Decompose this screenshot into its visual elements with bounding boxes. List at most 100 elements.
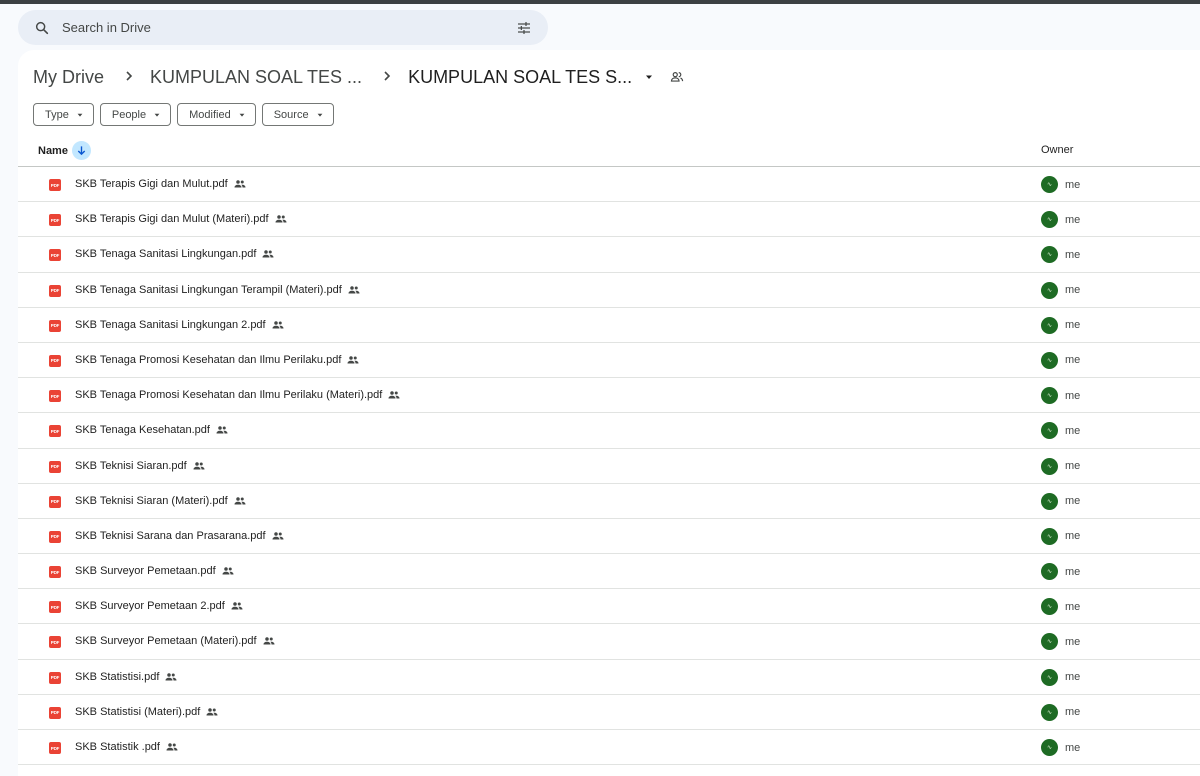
shared-folder-icon[interactable]: [670, 70, 684, 84]
table-row[interactable]: PDF SKB Statistik .pdf ∿ me: [18, 730, 1200, 766]
breadcrumb-current-folder[interactable]: KUMPULAN SOAL TES S...: [408, 67, 632, 88]
file-name: SKB Teknisi Siaran (Materi).pdf: [75, 494, 228, 507]
table-row[interactable]: PDF SKB Tenaga Sanitasi Lingkungan.pdf ∿ me: [18, 237, 1200, 273]
breadcrumb-my-drive[interactable]: My Drive: [33, 67, 104, 88]
file-name: SKB Tenaga Promosi Kesehatan dan Ilmu Pe…: [75, 389, 383, 402]
owner-cell: ∿ me: [1041, 316, 1080, 334]
tune-icon[interactable]: [504, 20, 544, 36]
filter-chip-source[interactable]: Source: [261, 103, 334, 126]
table-row[interactable]: PDF SKB Tenaga Promosi Kesehatan dan Ilmu…: [18, 343, 1200, 379]
table-row[interactable]: PDF SKB Tenaga Sanitasi Lingkungan 2.pdf ∿…: [18, 308, 1200, 343]
pdf-icon: PDF: [49, 425, 61, 438]
owner-avatar[interactable]: ∿: [1041, 668, 1058, 686]
table-row[interactable]: PDF SKB Tenaga Kesehatan.pdf ∿ me: [18, 413, 1200, 449]
owner-avatar[interactable]: ∿: [1041, 457, 1058, 475]
table-row[interactable]: PDF SKB Teknisi Sarana dan Prasarana.pdf ∿…: [18, 519, 1200, 555]
owner-cell: ∿ me: [1041, 176, 1080, 193]
owner-name: me: [1065, 178, 1081, 191]
pdf-icon: PDF: [49, 319, 61, 332]
filter-chip-modified[interactable]: Modified: [177, 103, 256, 126]
main-panel: My Drive KUMPULAN SOAL TES ... KUMPULAN …: [18, 50, 1200, 776]
pdf-icon: PDF: [49, 706, 61, 719]
table-row[interactable]: PDF SKB Terapis Gigi dan Mulut (Materi).p…: [18, 202, 1200, 238]
filter-chip-people[interactable]: People: [99, 103, 172, 126]
file-name-cell[interactable]: SKB Terapis Gigi dan Mulut (Materi).pdf: [75, 213, 287, 225]
shared-people-icon: [348, 285, 360, 295]
file-list: PDF SKB Terapis Gigi dan Mulut.pdf ∿ me PDF S…: [18, 167, 1200, 766]
search-icon[interactable]: [22, 20, 62, 36]
table-row[interactable]: PDF SKB Statistisi (Materi).pdf ∿ me: [18, 695, 1200, 730]
sort-arrow-down-icon[interactable]: [71, 141, 91, 160]
breadcrumb: My Drive KUMPULAN SOAL TES ... KUMPULAN …: [33, 64, 684, 90]
owner-avatar[interactable]: ∿: [1041, 211, 1058, 229]
owner-name: me: [1065, 248, 1081, 261]
table-row[interactable]: PDF SKB Tenaga Sanitasi Lingkungan Teramp…: [18, 273, 1200, 308]
file-name-cell[interactable]: SKB Statistisi (Materi).pdf: [75, 706, 218, 718]
file-name-cell[interactable]: SKB Tenaga Sanitasi Lingkungan Terampil …: [75, 284, 360, 296]
owner-column-header[interactable]: Owner: [1041, 144, 1073, 156]
chevron-right-icon: [382, 69, 392, 86]
file-name-cell[interactable]: SKB Tenaga Promosi Kesehatan dan Ilmu Pe…: [75, 389, 400, 401]
owner-avatar[interactable]: ∿: [1041, 281, 1058, 299]
owner-avatar[interactable]: ∿: [1041, 316, 1058, 334]
table-row[interactable]: PDF SKB Terapis Gigi dan Mulut.pdf ∿ me: [18, 167, 1200, 203]
owner-avatar[interactable]: ∿: [1041, 492, 1058, 510]
file-name-cell[interactable]: SKB Surveyor Pemetaan (Materi).pdf: [75, 635, 275, 647]
owner-avatar[interactable]: ∿: [1041, 633, 1058, 651]
shared-people-icon: [216, 425, 228, 435]
file-name-cell[interactable]: SKB Tenaga Kesehatan.pdf: [75, 424, 228, 436]
file-name-cell[interactable]: SKB Tenaga Sanitasi Lingkungan.pdf: [75, 248, 274, 260]
owner-name: me: [1065, 635, 1081, 648]
owner-avatar[interactable]: ∿: [1041, 422, 1058, 440]
file-name: SKB Tenaga Kesehatan.pdf: [75, 424, 210, 437]
file-name-cell[interactable]: SKB Teknisi Siaran (Materi).pdf: [75, 495, 246, 507]
file-name-cell[interactable]: SKB Surveyor Pemetaan 2.pdf: [75, 600, 243, 612]
caret-down-icon[interactable]: [644, 72, 654, 82]
file-name-cell[interactable]: SKB Statistik .pdf: [75, 741, 178, 753]
search-input[interactable]: Search in Drive: [62, 20, 504, 35]
owner-avatar[interactable]: ∿: [1041, 703, 1058, 721]
owner-avatar[interactable]: ∿: [1041, 246, 1058, 264]
file-name-cell[interactable]: SKB Tenaga Sanitasi Lingkungan 2.pdf: [75, 319, 284, 331]
owner-cell: ∿ me: [1041, 703, 1080, 721]
shared-people-icon: [193, 461, 205, 471]
pdf-icon: PDF: [49, 284, 61, 297]
pdf-icon: PDF: [49, 530, 61, 543]
file-name-cell[interactable]: SKB Teknisi Sarana dan Prasarana.pdf: [75, 530, 284, 542]
table-row[interactable]: PDF SKB Statistisi.pdf ∿ me: [18, 660, 1200, 695]
shared-people-icon: [347, 355, 359, 365]
table-row[interactable]: PDF SKB Surveyor Pemetaan (Materi).pdf ∿ me: [18, 624, 1200, 660]
owner-cell: ∿ me: [1041, 246, 1081, 264]
file-name-cell[interactable]: SKB Terapis Gigi dan Mulut.pdf: [75, 178, 246, 190]
breadcrumb-parent-folder[interactable]: KUMPULAN SOAL TES ...: [150, 67, 362, 88]
search-bar[interactable]: Search in Drive: [18, 10, 548, 45]
owner-name: me: [1065, 213, 1081, 226]
owner-avatar[interactable]: ∿: [1041, 739, 1058, 756]
file-name-cell[interactable]: SKB Teknisi Siaran.pdf: [75, 460, 205, 472]
owner-cell: ∿ me: [1041, 457, 1080, 475]
owner-avatar[interactable]: ∿: [1041, 598, 1058, 616]
owner-avatar[interactable]: ∿: [1041, 563, 1058, 581]
file-name: SKB Terapis Gigi dan Mulut.pdf: [75, 178, 228, 190]
file-name: SKB Tenaga Promosi Kesehatan dan Ilmu Pe…: [75, 353, 342, 366]
filter-chip-type[interactable]: Type: [33, 103, 94, 126]
owner-avatar[interactable]: ∿: [1041, 351, 1058, 369]
owner-name: me: [1065, 354, 1081, 367]
name-column-header[interactable]: Name: [38, 141, 91, 160]
table-row[interactable]: PDF SKB Surveyor Pemetaan.pdf ∿ me: [18, 554, 1200, 590]
file-name-cell[interactable]: SKB Statistisi.pdf: [75, 671, 177, 683]
table-row[interactable]: PDF SKB Tenaga Promosi Kesehatan dan Ilmu…: [18, 378, 1200, 414]
pdf-icon: PDF: [49, 214, 61, 227]
file-name-cell[interactable]: SKB Tenaga Promosi Kesehatan dan Ilmu Pe…: [75, 354, 359, 366]
owner-avatar[interactable]: ∿: [1041, 527, 1058, 545]
pdf-icon: PDF: [49, 495, 61, 508]
owner-avatar[interactable]: ∿: [1041, 176, 1058, 193]
owner-avatar[interactable]: ∿: [1041, 387, 1058, 405]
pdf-icon: PDF: [49, 636, 61, 649]
shared-people-icon: [222, 566, 234, 576]
shared-people-icon: [388, 390, 400, 400]
table-row[interactable]: PDF SKB Teknisi Siaran.pdf ∿ me: [18, 449, 1200, 484]
file-name-cell[interactable]: SKB Surveyor Pemetaan.pdf: [75, 565, 234, 577]
table-row[interactable]: PDF SKB Surveyor Pemetaan 2.pdf ∿ me: [18, 589, 1200, 625]
table-row[interactable]: PDF SKB Teknisi Siaran (Materi).pdf ∿ me: [18, 484, 1200, 519]
